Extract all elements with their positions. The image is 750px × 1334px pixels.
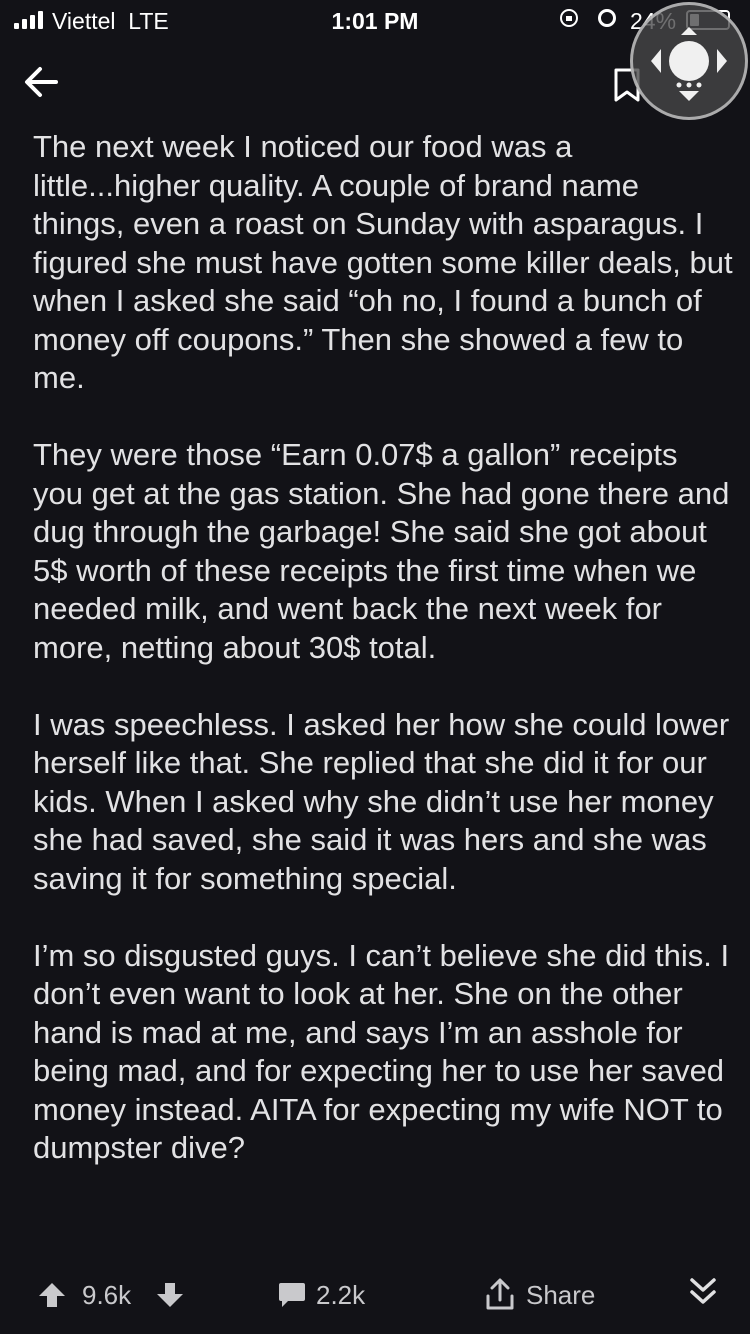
assistive-touch-button[interactable] [630,2,748,120]
comments-button[interactable] [278,1281,306,1316]
alarm-icon [598,9,616,27]
share-label[interactable]: Share [526,1280,595,1311]
vote-count: 9.6k [82,1280,132,1310]
post-paragraph: I was speechless. I asked her how she co… [33,706,730,896]
arrow-up-icon [39,1283,65,1307]
post-body: The next week I noticed our food was a l… [33,128,733,1206]
share-button[interactable] [484,1278,516,1319]
back-button[interactable] [20,60,64,104]
comment-bubble-icon [279,1283,305,1307]
post-paragraph: They were those “Earn 0.07$ a gallon” re… [33,437,730,665]
double-chevron-down-icon [690,1278,716,1304]
rotation-lock-icon [560,9,578,27]
arrow-down-icon [157,1283,183,1307]
comment-count: 2.2k [316,1280,366,1310]
share-icon [486,1278,514,1310]
downvote-button[interactable] [156,1282,184,1315]
post-action-bar: 9.6k 2.2k Share [0,1262,750,1326]
post-paragraph: I’m so disgusted guys. I can’t believe s… [33,937,730,1166]
upvote-button[interactable] [38,1282,66,1315]
post-paragraph: The next week I noticed our food was a l… [33,129,733,395]
collapse-button[interactable] [688,1276,718,1315]
arrow-left-icon [25,67,58,97]
assistive-touch-icon [651,27,727,101]
